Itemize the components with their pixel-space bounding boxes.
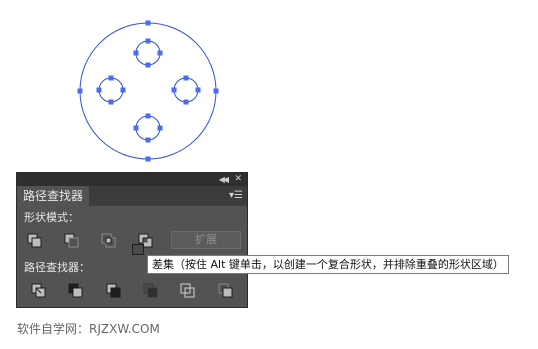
anchor-point[interactable] xyxy=(183,75,189,81)
collapse-icon[interactable]: ◀◀ xyxy=(219,175,229,184)
outline-icon xyxy=(180,283,195,298)
trim-button[interactable] xyxy=(68,283,84,299)
anchor-point[interactable] xyxy=(213,88,219,94)
minus-back-button[interactable] xyxy=(218,283,234,299)
pathfinders-label: 路径查找器： xyxy=(24,261,90,274)
anchor-point[interactable] xyxy=(133,125,139,131)
merge-button[interactable] xyxy=(106,283,122,299)
outline-button[interactable] xyxy=(180,283,196,299)
anchor-point[interactable] xyxy=(145,113,151,119)
small-circle-bottom[interactable] xyxy=(135,115,161,141)
mouse-cursor xyxy=(132,244,144,255)
small-circle-right[interactable] xyxy=(173,77,199,103)
trim-icon xyxy=(68,283,83,298)
divide-icon xyxy=(31,283,46,298)
anchor-point[interactable] xyxy=(145,62,151,68)
anchor-point[interactable] xyxy=(96,87,102,93)
anchor-point[interactable] xyxy=(145,38,151,44)
close-icon[interactable]: ✕ xyxy=(234,174,242,184)
intersect-button[interactable] xyxy=(101,233,117,249)
anchor-point[interactable] xyxy=(171,87,177,93)
small-circle-top[interactable] xyxy=(135,40,161,66)
artwork-canvas xyxy=(77,20,219,162)
intersect-icon xyxy=(101,233,116,248)
anchor-point[interactable] xyxy=(77,88,83,94)
shape-modes-label: 形状模式： xyxy=(24,211,79,224)
anchor-point[interactable] xyxy=(108,75,114,81)
divide-button[interactable] xyxy=(31,283,47,299)
anchor-point[interactable] xyxy=(108,99,114,105)
panel-titlebar[interactable]: ◀◀ ✕ xyxy=(17,173,247,186)
watermark-text: 软件自学网：RJZXW.COM xyxy=(17,322,160,336)
panel-tab-row: 路径查找器 ▾☰ xyxy=(17,186,247,206)
anchor-point[interactable] xyxy=(195,87,201,93)
unite-icon xyxy=(27,233,42,248)
anchor-point[interactable] xyxy=(133,50,139,56)
minus-front-icon xyxy=(64,233,79,248)
small-circle-left[interactable] xyxy=(98,77,124,103)
minus-back-icon xyxy=(218,283,233,298)
crop-button[interactable] xyxy=(143,283,159,299)
anchor-point[interactable] xyxy=(145,156,151,162)
anchor-point[interactable] xyxy=(120,87,126,93)
panel-menu-icon[interactable]: ▾☰ xyxy=(229,190,243,201)
anchor-point[interactable] xyxy=(157,125,163,131)
minus-front-button[interactable] xyxy=(64,233,80,249)
expand-button[interactable]: 扩展 xyxy=(171,231,241,249)
pathfinder-panel: ◀◀ ✕ 路径查找器 ▾☰ 形状模式： 扩展 路径查找器： xyxy=(16,172,248,308)
crop-icon xyxy=(143,283,158,298)
anchor-point[interactable] xyxy=(157,50,163,56)
merge-icon xyxy=(106,283,121,298)
unite-button[interactable] xyxy=(27,233,43,249)
anchor-point[interactable] xyxy=(183,99,189,105)
anchor-point[interactable] xyxy=(145,20,151,26)
exclude-tooltip: 差集（按住 Alt 键单击，以创建一个复合形状，并排除重叠的形状区域） xyxy=(147,255,509,274)
anchor-point[interactable] xyxy=(145,137,151,143)
tab-pathfinder[interactable]: 路径查找器 xyxy=(17,186,90,206)
